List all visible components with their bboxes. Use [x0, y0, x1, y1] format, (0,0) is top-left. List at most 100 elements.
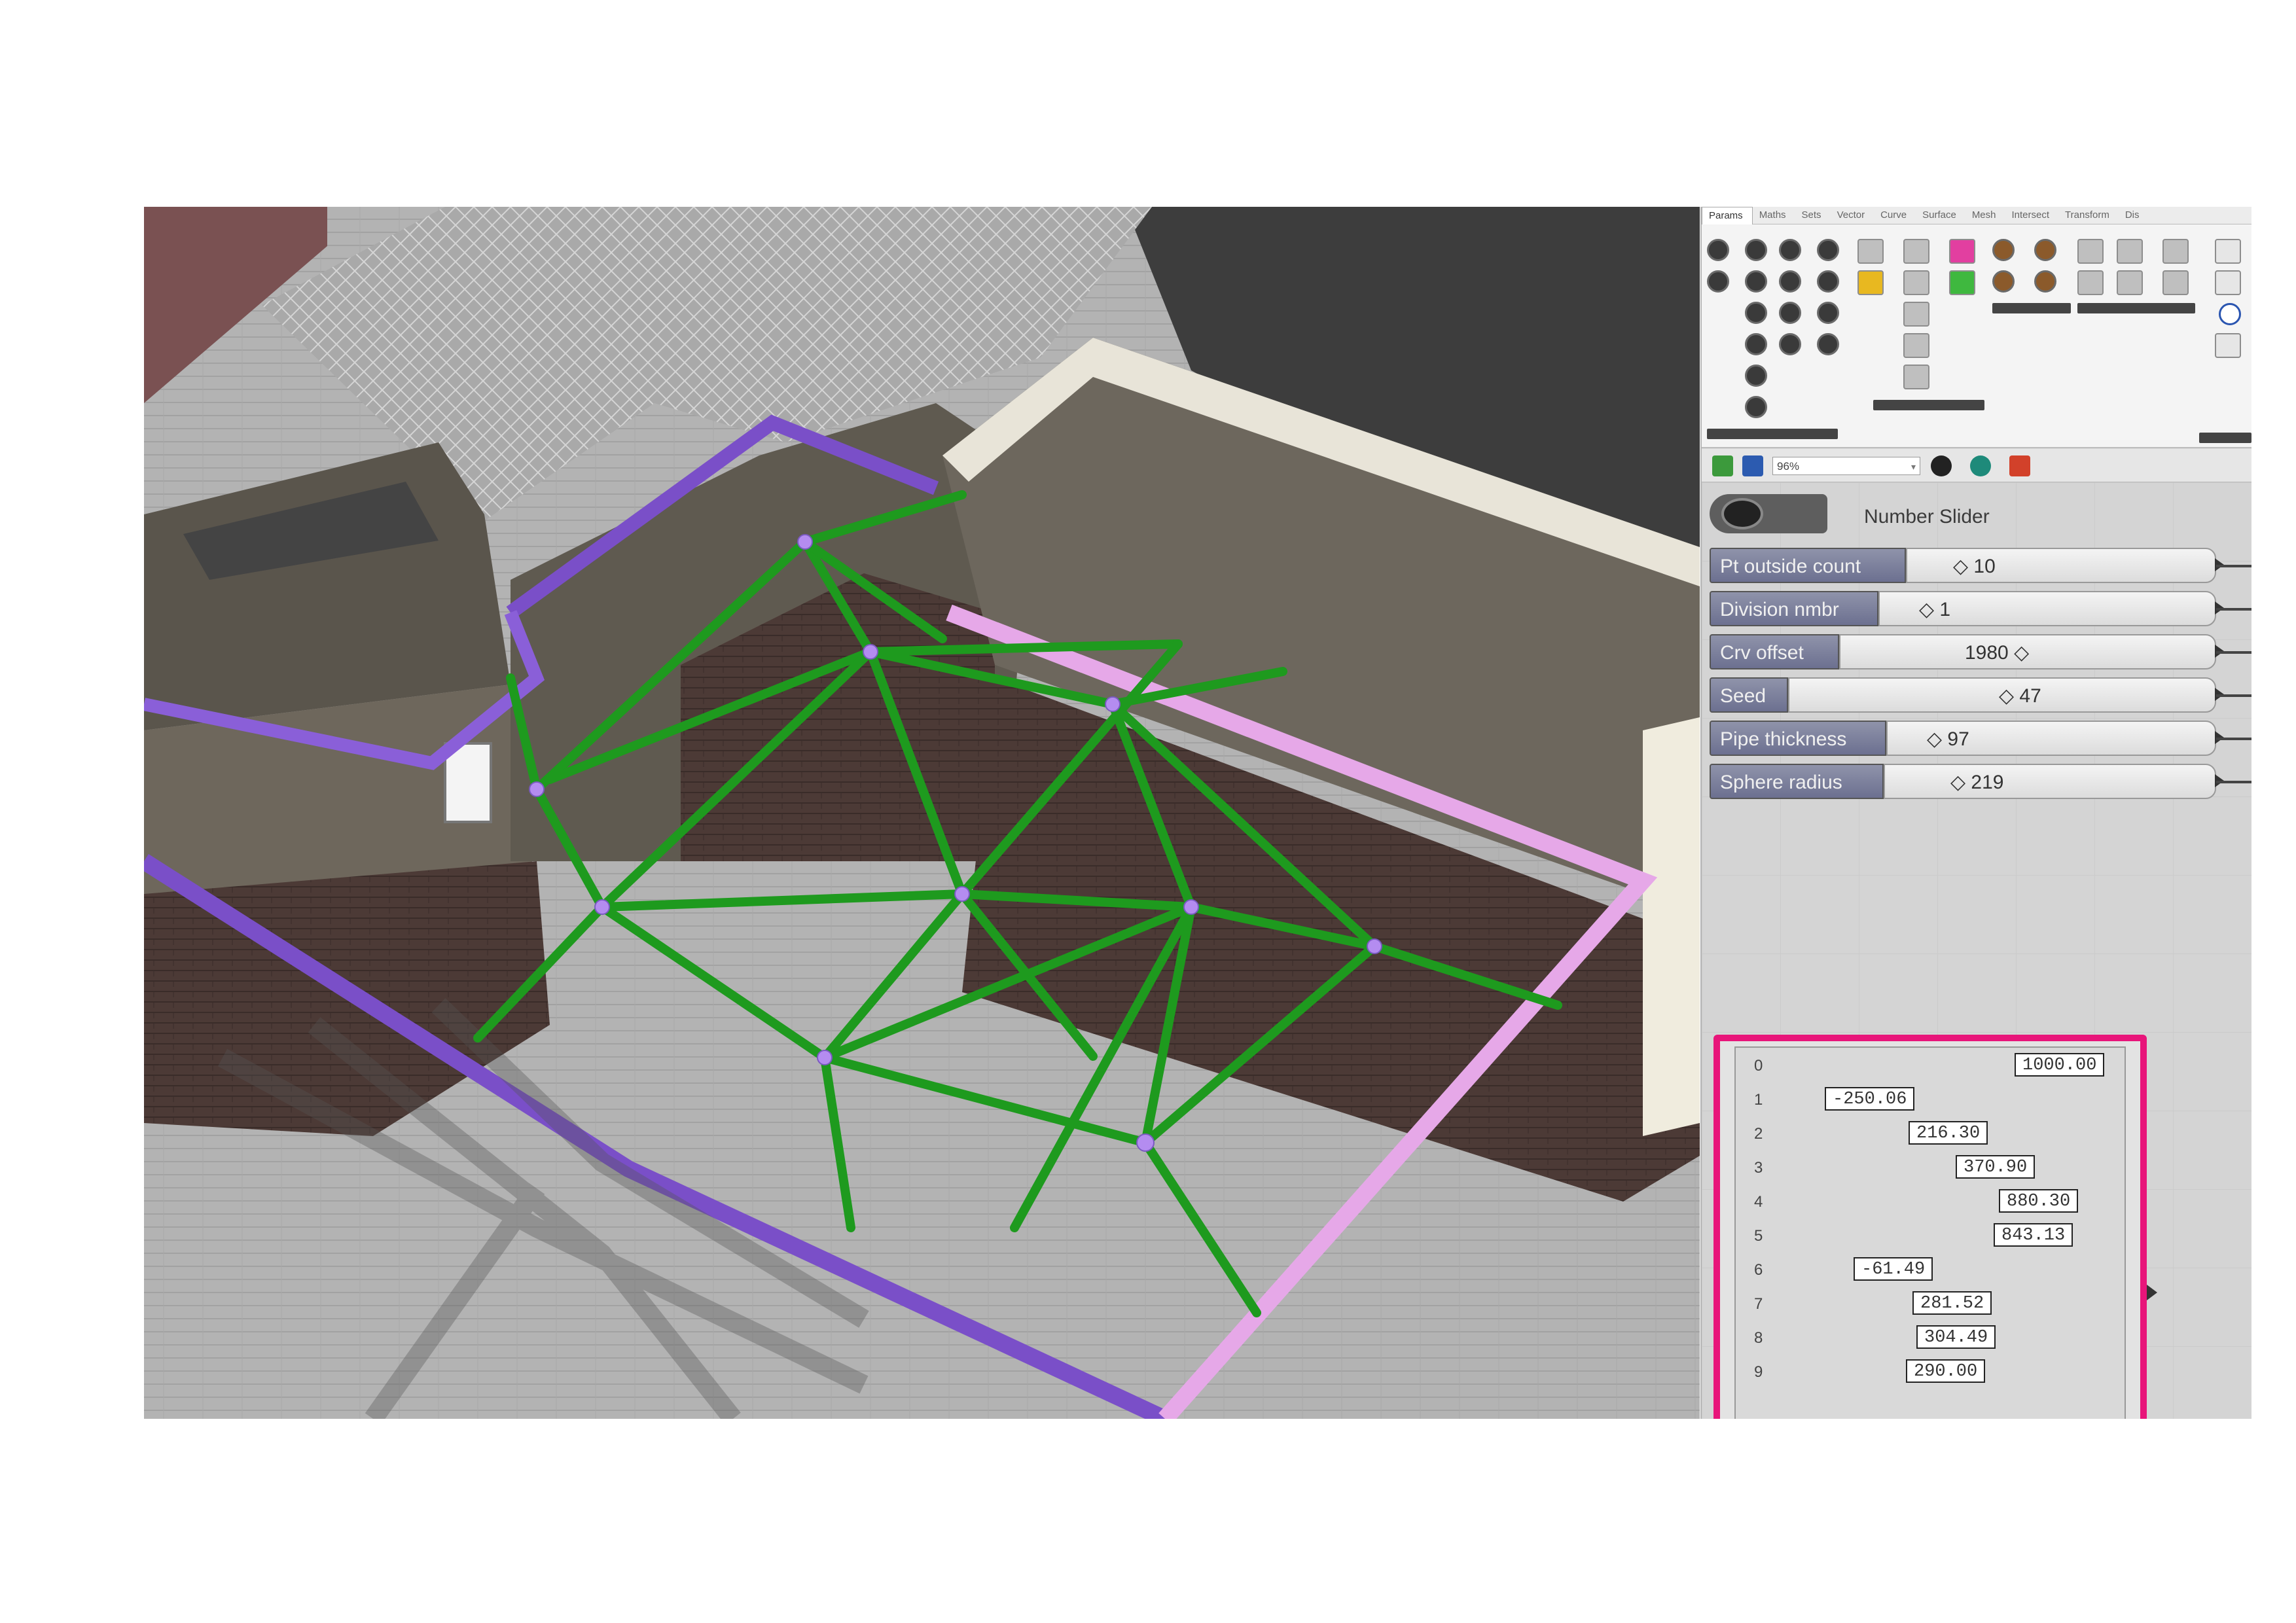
- geometry-param-icon[interactable]: [1779, 333, 1801, 355]
- slider-track[interactable]: ◇ 219: [1884, 764, 2216, 799]
- util-component-icon[interactable]: [2034, 239, 2056, 261]
- list-value: 304.49: [1916, 1325, 1996, 1349]
- wire: [2216, 565, 2251, 567]
- slider-track[interactable]: ◇ 10: [1906, 548, 2216, 583]
- input-component-icon[interactable]: [1903, 365, 1929, 389]
- list-index: 3: [1754, 1159, 1763, 1177]
- slider-crv-offset[interactable]: Crv offset 1980 ◇: [1710, 634, 2224, 669]
- chevron-down-icon[interactable]: ▾: [1911, 457, 1916, 476]
- util-component-icon[interactable]: [2077, 239, 2104, 264]
- slider-dial-icon: [1721, 498, 1763, 529]
- input-component-icon[interactable]: [1903, 270, 1929, 295]
- zoom-value: 96%: [1777, 460, 1800, 473]
- component-tabs: Params Maths Sets Vector Curve Surface M…: [1702, 207, 2251, 224]
- panel-content: 0 1000.00 1 -250.06 2 216.30 3 370.90 4 …: [1734, 1046, 2126, 1419]
- rhino-viewport[interactable]: [144, 207, 1700, 1419]
- tab-transform[interactable]: Transform: [2058, 207, 2119, 224]
- util-component-icon[interactable]: [2077, 270, 2104, 295]
- component-ribbon: [1702, 224, 2251, 448]
- geometry-param-icon[interactable]: [1779, 270, 1801, 293]
- util-component-icon[interactable]: [2034, 270, 2056, 293]
- tab-curve[interactable]: Curve: [1874, 207, 1916, 224]
- slider-value[interactable]: 1980 ◇: [1965, 635, 2029, 671]
- slider-track[interactable]: ◇ 1: [1878, 591, 2216, 626]
- util-component-icon[interactable]: [2162, 270, 2189, 295]
- slider-value[interactable]: ◇ 10: [1953, 549, 1996, 584]
- util-component-icon[interactable]: [2162, 239, 2189, 264]
- list-index: 4: [1754, 1193, 1763, 1211]
- geometry-param-icon[interactable]: [1779, 302, 1801, 324]
- tab-mesh[interactable]: Mesh: [1965, 207, 2005, 224]
- util-component-icon[interactable]: [1949, 239, 1975, 264]
- slider-division-nmbr[interactable]: Division nmbr ◇ 1: [1710, 591, 2224, 626]
- slider-label: Seed: [1710, 677, 1788, 713]
- primitive-param-icon[interactable]: [1817, 270, 1839, 293]
- input-component-icon[interactable]: [1903, 239, 1929, 264]
- input-component-icon[interactable]: [1857, 270, 1884, 295]
- geometry-param-icon[interactable]: [1745, 333, 1767, 355]
- input-component-icon[interactable]: [1903, 302, 1929, 327]
- side-tool-icon[interactable]: [2215, 239, 2241, 264]
- primitive-param-icon[interactable]: [1817, 239, 1839, 261]
- input-component-icon[interactable]: [1857, 239, 1884, 264]
- geometry-param-icon[interactable]: [1745, 365, 1767, 387]
- geometry-param-icon[interactable]: [1707, 270, 1729, 293]
- slider-track[interactable]: ◇ 97: [1886, 721, 2216, 756]
- primitive-param-icon[interactable]: [1817, 333, 1839, 355]
- preview-eye-icon[interactable]: [1970, 455, 1991, 476]
- zoom-field[interactable]: 96% ▾: [1772, 457, 1920, 475]
- open-file-icon[interactable]: [1712, 455, 1733, 476]
- geometry-param-icon[interactable]: [1745, 239, 1767, 261]
- util-component-icon[interactable]: [2117, 270, 2143, 295]
- slider-pt-outside-count[interactable]: Pt outside count ◇ 10: [1710, 548, 2224, 583]
- bake-icon[interactable]: [2009, 455, 2030, 476]
- wire: [2216, 738, 2251, 740]
- save-icon[interactable]: [1742, 455, 1763, 476]
- input-component-icon[interactable]: [1903, 333, 1929, 358]
- slider-value[interactable]: ◇ 219: [1950, 765, 2003, 800]
- output-grip-icon[interactable]: [2147, 1285, 2157, 1300]
- util-component-icon[interactable]: [1949, 270, 1975, 295]
- tab-params[interactable]: Params: [1702, 207, 1753, 224]
- slider-seed[interactable]: Seed ◇ 47: [1710, 677, 2224, 713]
- tab-maths[interactable]: Maths: [1753, 207, 1795, 224]
- list-value: 880.30: [1999, 1189, 2079, 1213]
- primitive-param-icon[interactable]: [1817, 302, 1839, 324]
- navigation-icon[interactable]: [1931, 455, 1952, 476]
- list-value: -61.49: [1854, 1257, 1933, 1281]
- slider-value[interactable]: ◇ 1: [1919, 592, 1950, 628]
- slider-sphere-radius[interactable]: Sphere radius ◇ 219: [1710, 764, 2224, 799]
- geometry-param-icon[interactable]: [1707, 239, 1729, 261]
- list-value: -250.06: [1825, 1087, 1915, 1111]
- side-tool-icon[interactable]: [2215, 270, 2241, 295]
- tab-sets[interactable]: Sets: [1795, 207, 1831, 224]
- util-component-icon[interactable]: [2117, 239, 2143, 264]
- wire: [2216, 608, 2251, 611]
- group-geometry-label: [1707, 429, 1838, 439]
- tab-display[interactable]: Dis: [2119, 207, 2149, 224]
- list-index: 7: [1754, 1295, 1763, 1313]
- list-index: 8: [1754, 1329, 1763, 1347]
- util-component-icon[interactable]: [1992, 270, 2015, 293]
- slider-track[interactable]: ◇ 47: [1788, 677, 2216, 713]
- geometry-param-icon[interactable]: [1779, 239, 1801, 261]
- slider-value[interactable]: ◇ 97: [1927, 722, 1969, 757]
- geometry-param-icon[interactable]: [1745, 270, 1767, 293]
- list-index: 5: [1754, 1227, 1763, 1245]
- side-tool-icon[interactable]: [2219, 303, 2241, 325]
- util-component-icon[interactable]: [1992, 239, 2015, 261]
- tab-vector[interactable]: Vector: [1831, 207, 1874, 224]
- slider-component-header[interactable]: [1710, 494, 1827, 533]
- geometry-param-icon[interactable]: [1745, 396, 1767, 418]
- panel-component[interactable]: 0 1000.00 1 -250.06 2 216.30 3 370.90 4 …: [1713, 1035, 2157, 1419]
- slider-track[interactable]: 1980 ◇: [1839, 634, 2216, 669]
- geometry-param-icon[interactable]: [1745, 302, 1767, 324]
- wire: [2216, 651, 2251, 654]
- grasshopper-canvas[interactable]: Number Slider Pt outside count ◇ 10 Divi…: [1702, 482, 2251, 1419]
- slider-pipe-thickness[interactable]: Pipe thickness ◇ 97: [1710, 721, 2224, 756]
- slider-value[interactable]: ◇ 47: [1999, 679, 2041, 714]
- tab-surface[interactable]: Surface: [1916, 207, 1965, 224]
- side-tool-icon[interactable]: [2215, 333, 2241, 358]
- slider-label: Crv offset: [1710, 634, 1839, 669]
- tab-intersect[interactable]: Intersect: [2005, 207, 2059, 224]
